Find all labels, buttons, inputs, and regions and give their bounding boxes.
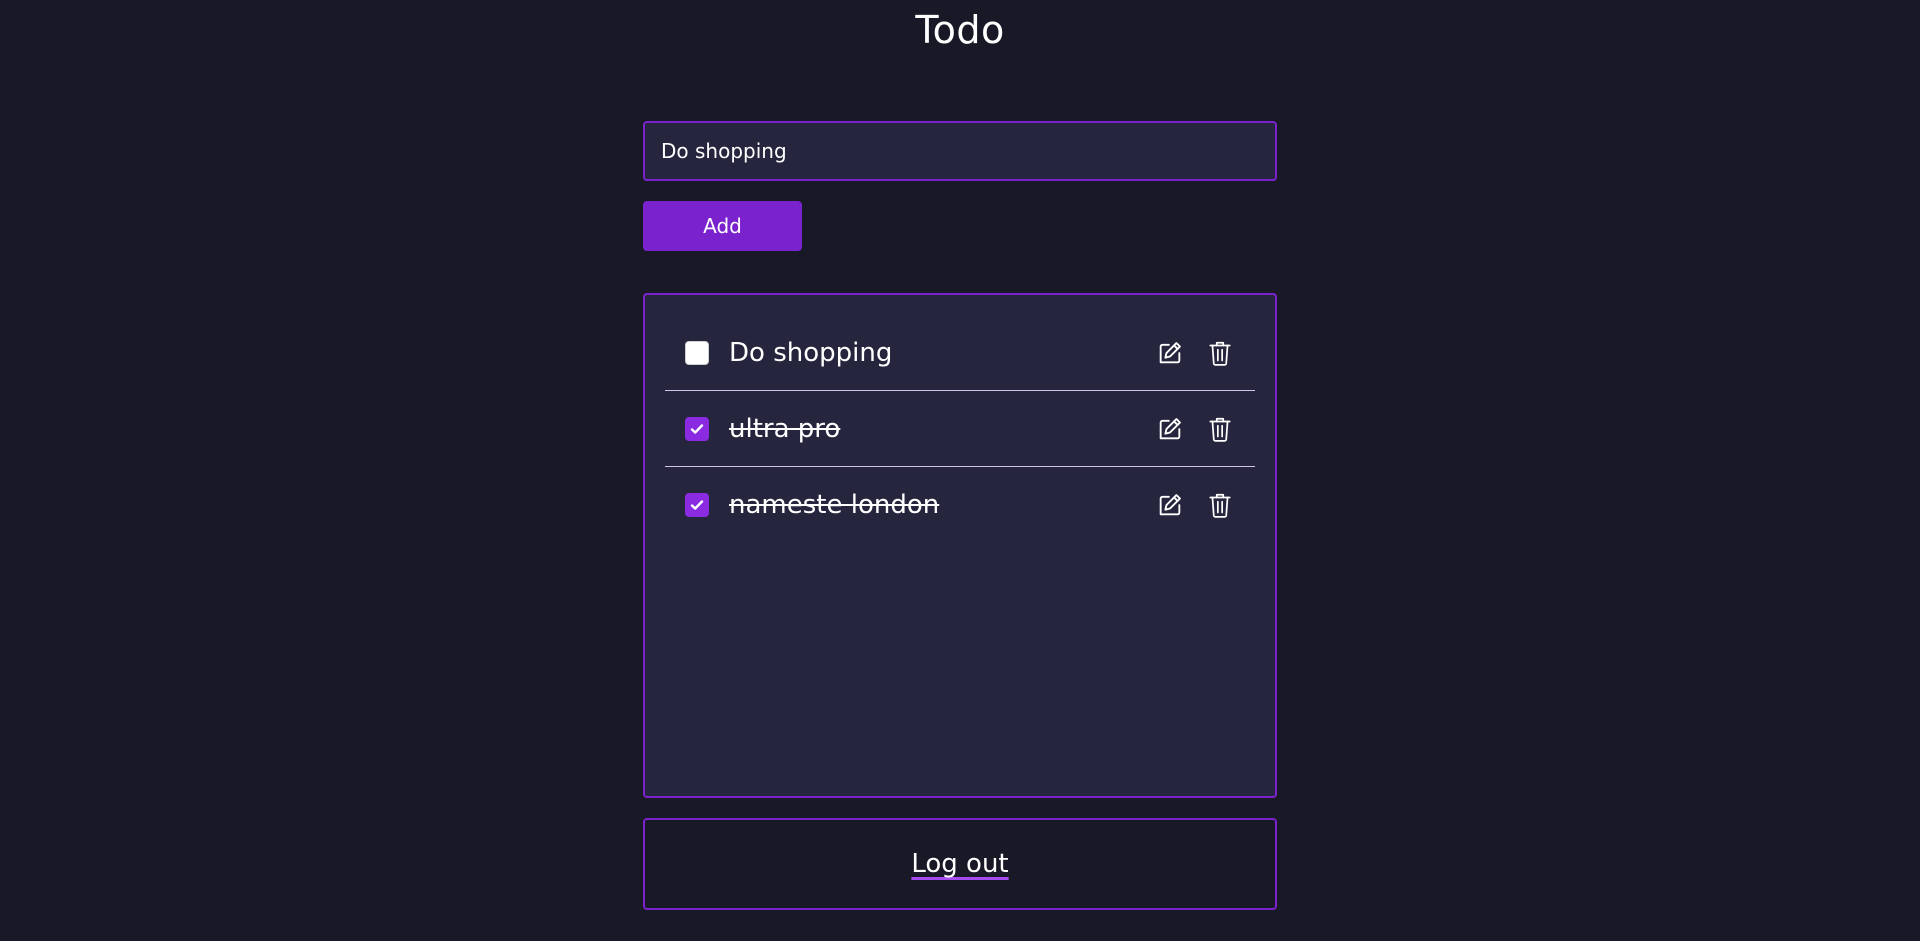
todo-text: nameste london xyxy=(729,490,940,520)
todo-item: Do shopping xyxy=(665,315,1255,391)
todo-text: ultra pro xyxy=(729,413,841,444)
todo-actions xyxy=(1155,414,1235,444)
todo-page: Todo Add Do shopping xyxy=(0,0,1920,941)
todo-checkbox[interactable] xyxy=(685,493,709,517)
trash-icon[interactable] xyxy=(1205,490,1235,520)
add-button[interactable]: Add xyxy=(643,201,802,251)
trash-icon[interactable] xyxy=(1205,414,1235,444)
todo-actions xyxy=(1155,490,1235,520)
edit-icon[interactable] xyxy=(1155,338,1185,368)
todo-checkbox[interactable] xyxy=(685,340,709,365)
page-title: Todo xyxy=(915,8,1005,52)
todo-list: Do shopping ultra pro nameste london xyxy=(643,293,1277,798)
todo-checkbox[interactable] xyxy=(685,416,709,441)
check-icon xyxy=(690,423,704,434)
todo-input[interactable] xyxy=(643,121,1277,181)
check-icon xyxy=(690,500,704,510)
trash-icon[interactable] xyxy=(1205,338,1235,368)
todo-item: ultra pro xyxy=(665,391,1255,467)
todo-text: Do shopping xyxy=(729,337,893,368)
logout-link[interactable]: Log out xyxy=(911,849,1008,879)
logout-container: Log out xyxy=(643,818,1277,910)
todo-actions xyxy=(1155,338,1235,368)
edit-icon[interactable] xyxy=(1155,414,1185,444)
todo-item: nameste london xyxy=(665,467,1255,543)
edit-icon[interactable] xyxy=(1155,490,1185,520)
